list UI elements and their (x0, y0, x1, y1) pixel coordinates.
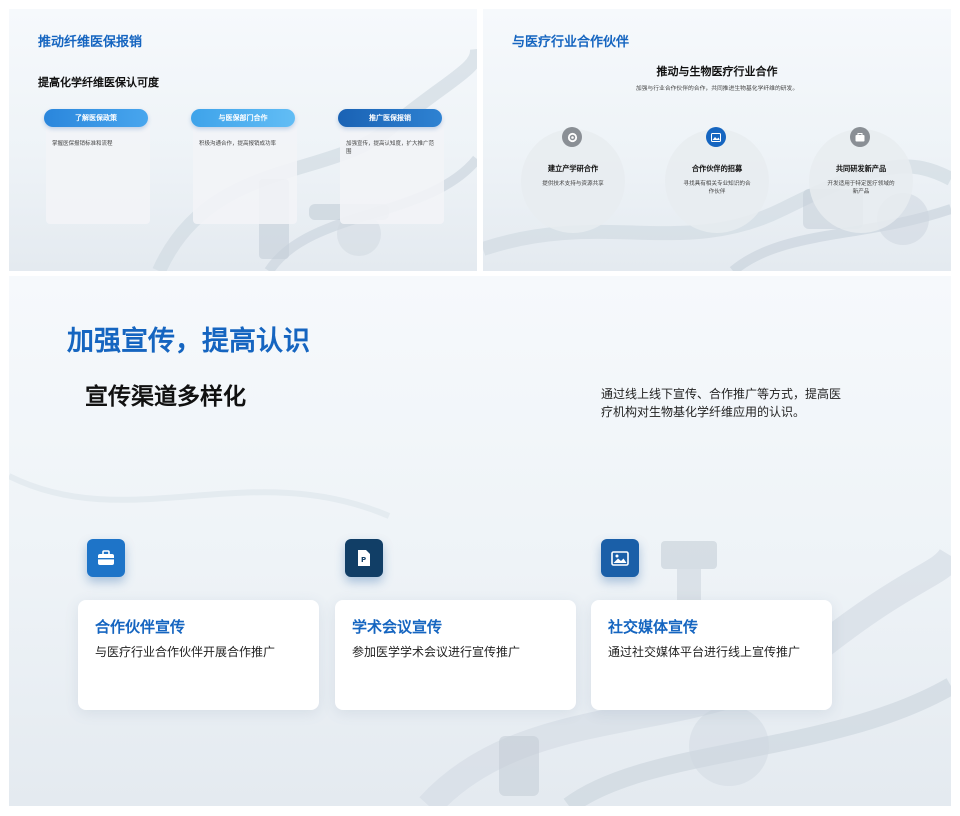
partner-recruit-desc: 寻找具有相关专业知识的合作伙伴 (683, 181, 751, 195)
slide-title: 推动纤维医保报销 (38, 35, 143, 50)
partner-publicity-card: 合作伙伴宣传 与医疗行业合作伙伴开展合作推广 (78, 600, 319, 710)
slide-subtitle: 宣传渠道多样化 (85, 384, 246, 410)
section-desc: 加强与行业合作伙伴的合作，共同推进生物基化学纤维的研发。 (635, 86, 799, 92)
slide-title: 加强宣传，提高认识 (67, 326, 310, 357)
slide-medical-partners: 与医疗行业合作伙伴 推动与生物医疗行业合作 加强与行业合作伙伴的合作，共同推进生… (483, 9, 951, 271)
social-media-publicity-desc: 通过社交媒体平台进行线上宣传推广 (608, 645, 801, 659)
conference-publicity-card: 学术会议宣传 参加医学学术会议进行宣传推广 (335, 600, 576, 710)
document-icon: P (345, 539, 383, 577)
social-media-publicity-card: 社交媒体宣传 通过社交媒体平台进行线上宣传推广 (591, 600, 832, 710)
gear-icon (562, 127, 582, 147)
insurance-dept-label: 与医保部门合作 (191, 109, 295, 127)
image-icon (601, 539, 639, 577)
joint-development-desc: 开发适用于特定医疗领域的新产品 (827, 181, 895, 195)
policy-card: 了解医保政策 掌握医保报销标准和流程 (44, 109, 150, 224)
promotion-label: 推广医保报销 (338, 109, 442, 127)
partner-recruit-title: 合作伙伴的招募 (691, 164, 743, 173)
insurance-dept-card: 与医保部门合作 积极沟通合作，提高报销成功率 (191, 109, 297, 224)
insurance-dept-desc: 积极沟通合作，提高报销成功率 (199, 141, 277, 147)
research-cooperation-desc: 提供技术支持与资源共享 (542, 181, 604, 187)
promotion-card: 推广医保报销 加强宣传，提高认知度，扩大推广范围 (338, 109, 444, 224)
joint-development-title: 共同研发新产品 (835, 164, 887, 173)
joint-development-circle: 共同研发新产品 开发适用于特定医疗领域的新产品 (809, 127, 913, 233)
policy-label: 了解医保政策 (44, 109, 148, 127)
partner-recruit-circle: 合作伙伴的招募 寻找具有相关专业知识的合作伙伴 (665, 127, 769, 233)
briefcase-icon (87, 539, 125, 577)
partner-publicity-desc: 与医疗行业合作伙伴开展合作推广 (95, 645, 276, 659)
slide-title: 与医疗行业合作伙伴 (512, 35, 630, 50)
briefcase-icon (850, 127, 870, 147)
research-cooperation-title: 建立产学研合作 (547, 164, 599, 173)
slide-medical-insurance: 推动纤维医保报销 提高化学纤维医保认可度 了解医保政策 掌握医保报销标准和流程 … (9, 9, 477, 271)
promotion-desc: 加强宣传，提高认知度，扩大推广范围 (346, 141, 435, 155)
slide-publicity: 加强宣传，提高认识 宣传渠道多样化 通过线上线下宣传、合作推广等方式，提高医疗机… (9, 276, 951, 806)
conference-publicity-desc: 参加医学学术会议进行宣传推广 (352, 645, 521, 659)
slide-subtitle: 提高化学纤维医保认可度 (38, 76, 159, 89)
slide-description: 通过线上线下宣传、合作推广等方式，提高医疗机构对生物基化学纤维应用的认识。 (601, 387, 842, 419)
partner-publicity-title: 合作伙伴宣传 (95, 618, 186, 636)
svg-text:P: P (361, 556, 366, 564)
conference-publicity-title: 学术会议宣传 (352, 618, 443, 636)
image-icon (706, 127, 726, 147)
policy-desc: 掌握医保报销标准和流程 (52, 141, 113, 147)
research-cooperation-circle: 建立产学研合作 提供技术支持与资源共享 (521, 127, 625, 233)
social-media-publicity-title: 社交媒体宣传 (608, 618, 699, 636)
section-heading: 推动与生物医疗行业合作 (656, 65, 778, 78)
